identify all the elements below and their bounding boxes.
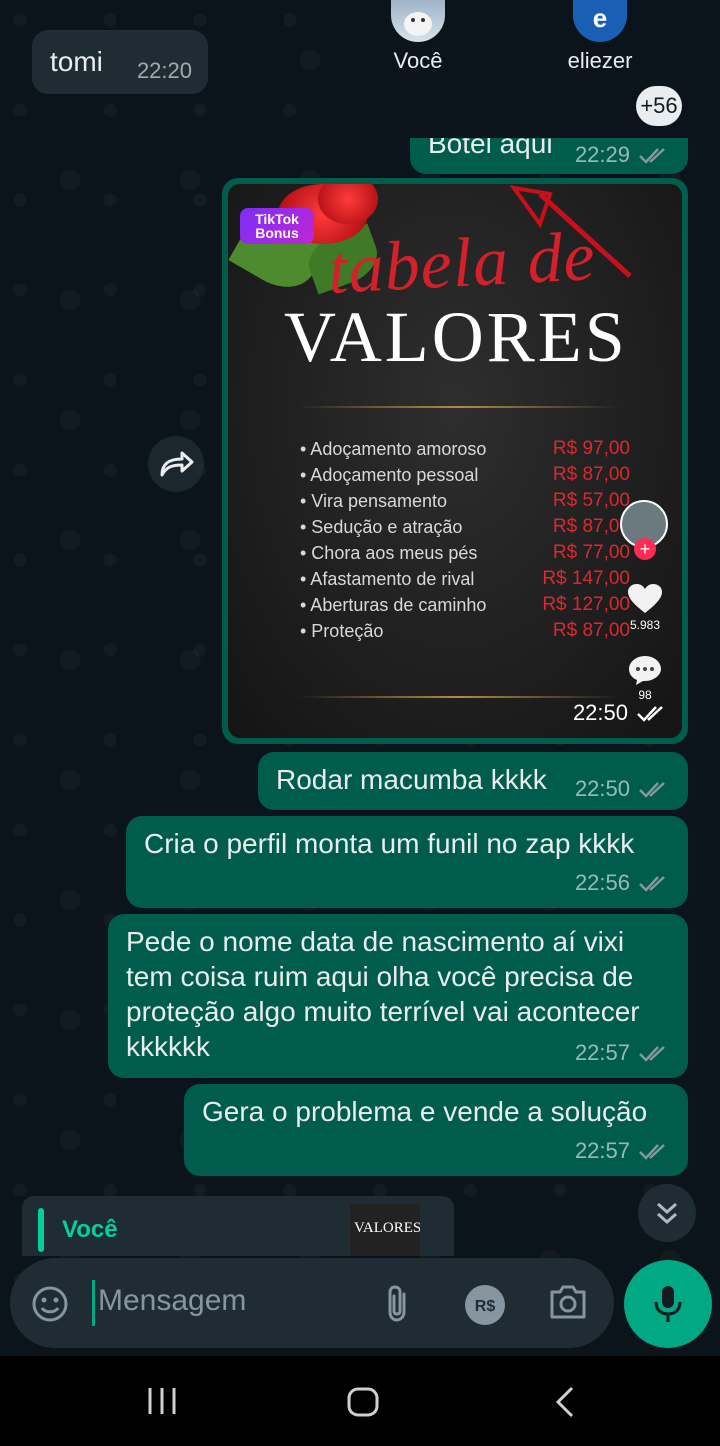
message-outgoing[interactable]: Rodar macumba kkkk 22:50 bbox=[258, 752, 688, 810]
reaction-user-eliezer[interactable]: e eliezer bbox=[540, 0, 660, 74]
comment-icon bbox=[629, 656, 661, 685]
nav-back-icon[interactable] bbox=[554, 1386, 576, 1418]
price-row: • Vira pensamento R$ 57,00 bbox=[300, 490, 630, 511]
price-list: • Adoçamento amoroso R$ 97,00 • Adoçament… bbox=[300, 436, 630, 644]
read-ticks-icon bbox=[639, 782, 665, 798]
reaction-user-you[interactable]: Você bbox=[358, 0, 478, 74]
text-caret bbox=[92, 1280, 95, 1326]
message-incoming[interactable]: tomi 22:20 bbox=[32, 30, 208, 94]
voice-message-button[interactable] bbox=[624, 1260, 712, 1348]
message-outgoing[interactable]: Pede o nome data de nascimento aí vixi t… bbox=[108, 914, 688, 1078]
read-ticks-icon bbox=[639, 1144, 665, 1160]
message-text: Rodar macumba kkkk bbox=[276, 764, 547, 795]
nav-recents-icon[interactable] bbox=[146, 1386, 178, 1416]
mic-icon bbox=[654, 1286, 682, 1322]
follow-plus-icon: + bbox=[634, 538, 656, 560]
read-ticks-icon bbox=[637, 706, 663, 722]
message-outgoing[interactable]: Cria o perfil monta um funil no zap kkkk… bbox=[126, 816, 688, 908]
read-ticks-icon bbox=[639, 876, 665, 892]
reply-author: Você bbox=[62, 1216, 118, 1243]
price-row: • Adoçamento pessoal R$ 87,00 bbox=[300, 464, 630, 485]
read-ticks-icon bbox=[639, 1046, 665, 1062]
avatar: e bbox=[573, 0, 627, 42]
reply-accent-bar bbox=[38, 1208, 44, 1252]
likes-count: 5.983 bbox=[629, 618, 661, 632]
heart-icon bbox=[628, 584, 662, 613]
reply-thumbnail: VALORES bbox=[350, 1204, 420, 1256]
message-time: 22:57 bbox=[574, 1138, 630, 1163]
tiktok-bonus-badge: TikTok Bonus bbox=[240, 208, 314, 244]
message-time: 22:50 bbox=[574, 776, 630, 801]
message-time: 22:20 bbox=[136, 58, 192, 83]
forward-button[interactable] bbox=[148, 436, 204, 492]
message-outgoing[interactable]: Gera o problema e vende a solução 22:57 bbox=[184, 1084, 688, 1176]
svg-text:R$: R$ bbox=[475, 1298, 496, 1315]
price-row: • Sedução e atração R$ 87,00 bbox=[300, 516, 630, 537]
image-title: VALORES bbox=[284, 297, 628, 377]
message-text: Cria o perfil monta um funil no zap kkkk bbox=[144, 828, 635, 859]
reaction-user-name: Você bbox=[393, 48, 443, 73]
price-row: • Afastamento de rival R$ 147,00 bbox=[300, 568, 630, 589]
reaction-user-name: eliezer bbox=[567, 48, 633, 73]
nav-home-icon[interactable] bbox=[346, 1386, 380, 1418]
message-time: 22:57 bbox=[574, 1040, 630, 1065]
camera-icon[interactable] bbox=[548, 1284, 588, 1320]
message-outgoing[interactable]: Botel aqui 22:29 bbox=[410, 138, 688, 174]
message-input[interactable]: Mensagem bbox=[98, 1284, 246, 1318]
message-text: Gera o problema e vende a solução bbox=[202, 1096, 648, 1127]
avatar bbox=[391, 0, 445, 42]
system-navigation-bar bbox=[0, 1356, 720, 1446]
price-row: • Proteção R$ 87,00 bbox=[300, 620, 630, 641]
message-time: 22:56 bbox=[574, 870, 630, 895]
message-time: 22:29 bbox=[574, 142, 630, 167]
message-text: Botel aqui bbox=[428, 138, 553, 159]
message-composer: Mensagem R$ bbox=[10, 1258, 614, 1348]
divider bbox=[298, 696, 618, 698]
scroll-to-bottom-button[interactable] bbox=[638, 1184, 696, 1242]
more-reactions-badge[interactable]: +56 bbox=[636, 86, 682, 126]
chevrons-down-icon bbox=[657, 1202, 677, 1225]
message-text: tomi bbox=[50, 46, 103, 77]
reply-preview[interactable]: Você VALORES bbox=[22, 1196, 454, 1256]
attach-icon[interactable] bbox=[380, 1284, 416, 1324]
forward-icon bbox=[160, 451, 194, 477]
price-row: • Aberturas de caminho R$ 127,00 bbox=[300, 594, 630, 615]
read-ticks-icon bbox=[639, 148, 665, 164]
image-content[interactable]: TikTok Bonus tabela de VALORES • Adoçame… bbox=[228, 184, 682, 738]
payment-icon[interactable]: R$ bbox=[464, 1284, 506, 1326]
price-row: • Chora aos meus pés R$ 77,00 bbox=[300, 542, 630, 563]
divider bbox=[298, 406, 618, 408]
image-message[interactable]: TikTok Bonus tabela de VALORES • Adoçame… bbox=[222, 178, 688, 744]
price-row: • Adoçamento amoroso R$ 97,00 bbox=[300, 438, 630, 459]
image-meta: 22:50 bbox=[573, 700, 668, 726]
message-time: 22:50 bbox=[572, 700, 628, 725]
emoji-icon[interactable] bbox=[30, 1284, 70, 1324]
